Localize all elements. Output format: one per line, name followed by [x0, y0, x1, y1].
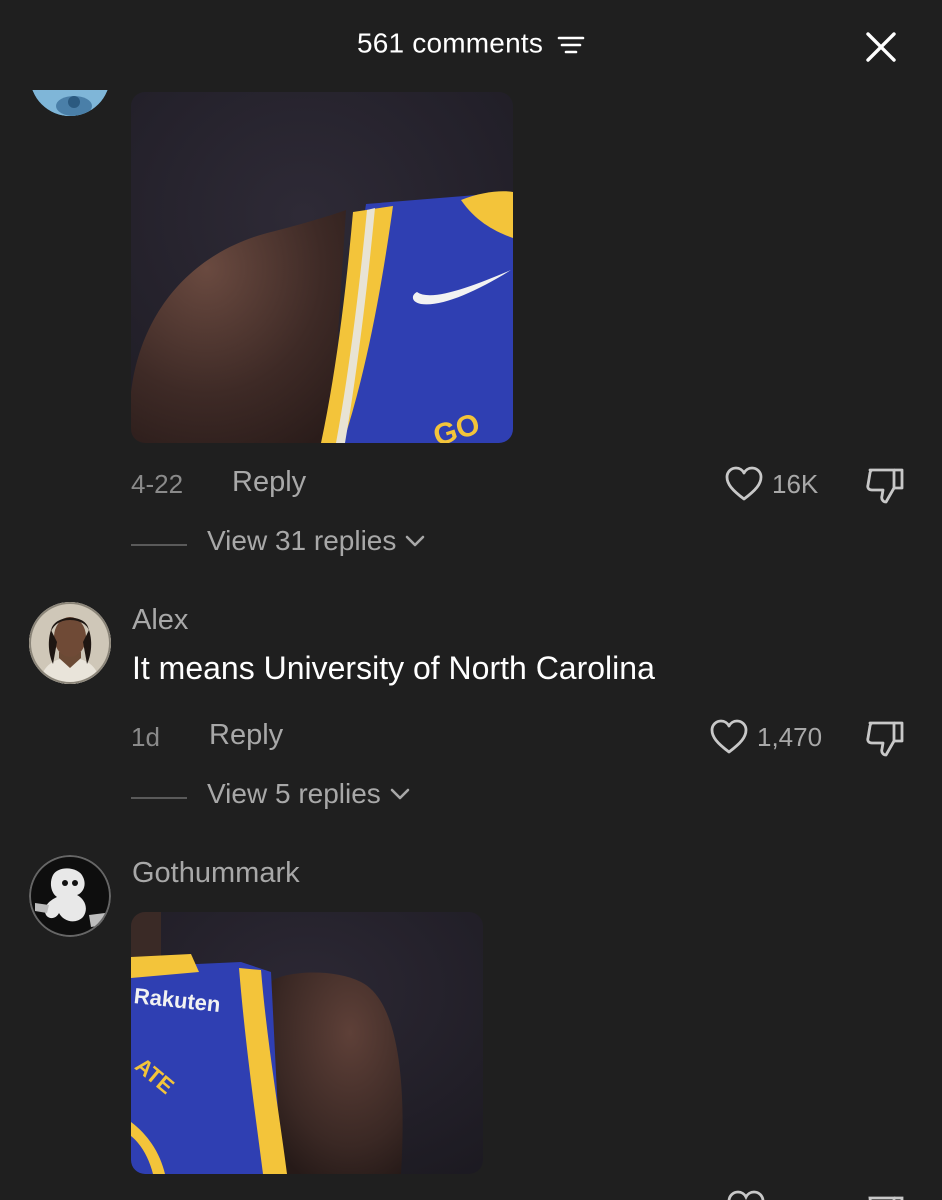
- comment-username[interactable]: Alex: [132, 604, 188, 637]
- comments-header: 561 comments: [0, 26, 942, 60]
- comment-text: It means University of North Carolina: [132, 650, 655, 686]
- thumbs-down-icon: [866, 468, 904, 504]
- comment-image[interactable]: Rakuten ATE: [131, 912, 483, 1174]
- replies-divider: [131, 797, 187, 799]
- view-replies-label: View 5 replies: [207, 778, 381, 809]
- like-button[interactable]: 16K: [724, 464, 834, 504]
- like-count: 16K: [772, 468, 819, 499]
- like-count: 1,470: [757, 721, 823, 752]
- thumbs-down-icon[interactable]: [864, 1192, 908, 1200]
- thumbs-down-icon: [866, 721, 904, 757]
- comment-count-title: 561 comments: [356, 27, 544, 59]
- avatar[interactable]: [29, 855, 111, 937]
- comment-timestamp: 1d: [131, 722, 160, 752]
- heart-icon: [725, 466, 763, 501]
- avatar[interactable]: [29, 602, 111, 684]
- view-replies-button[interactable]: View 5 replies: [207, 778, 411, 810]
- close-icon: [866, 32, 896, 62]
- dislike-button[interactable]: [864, 464, 908, 506]
- view-replies-label: View 31 replies: [207, 525, 397, 556]
- heart-icon: [710, 719, 748, 754]
- comment-timestamp: 4-22: [131, 469, 184, 499]
- like-button[interactable]: 1,470: [709, 717, 839, 757]
- chevron-down-icon: [390, 788, 410, 800]
- view-replies-button[interactable]: View 31 replies: [207, 525, 426, 557]
- comment-image[interactable]: GO: [131, 92, 513, 443]
- replies-divider: [131, 544, 187, 546]
- comment-username[interactable]: Gothummark: [132, 857, 300, 890]
- heart-icon[interactable]: [726, 1190, 766, 1200]
- reply-button[interactable]: Reply: [232, 466, 306, 499]
- close-button[interactable]: [858, 24, 904, 70]
- reply-button[interactable]: Reply: [209, 719, 283, 752]
- sort-icon[interactable]: [557, 32, 585, 56]
- chevron-down-icon: [406, 535, 425, 547]
- dislike-button[interactable]: [864, 717, 908, 759]
